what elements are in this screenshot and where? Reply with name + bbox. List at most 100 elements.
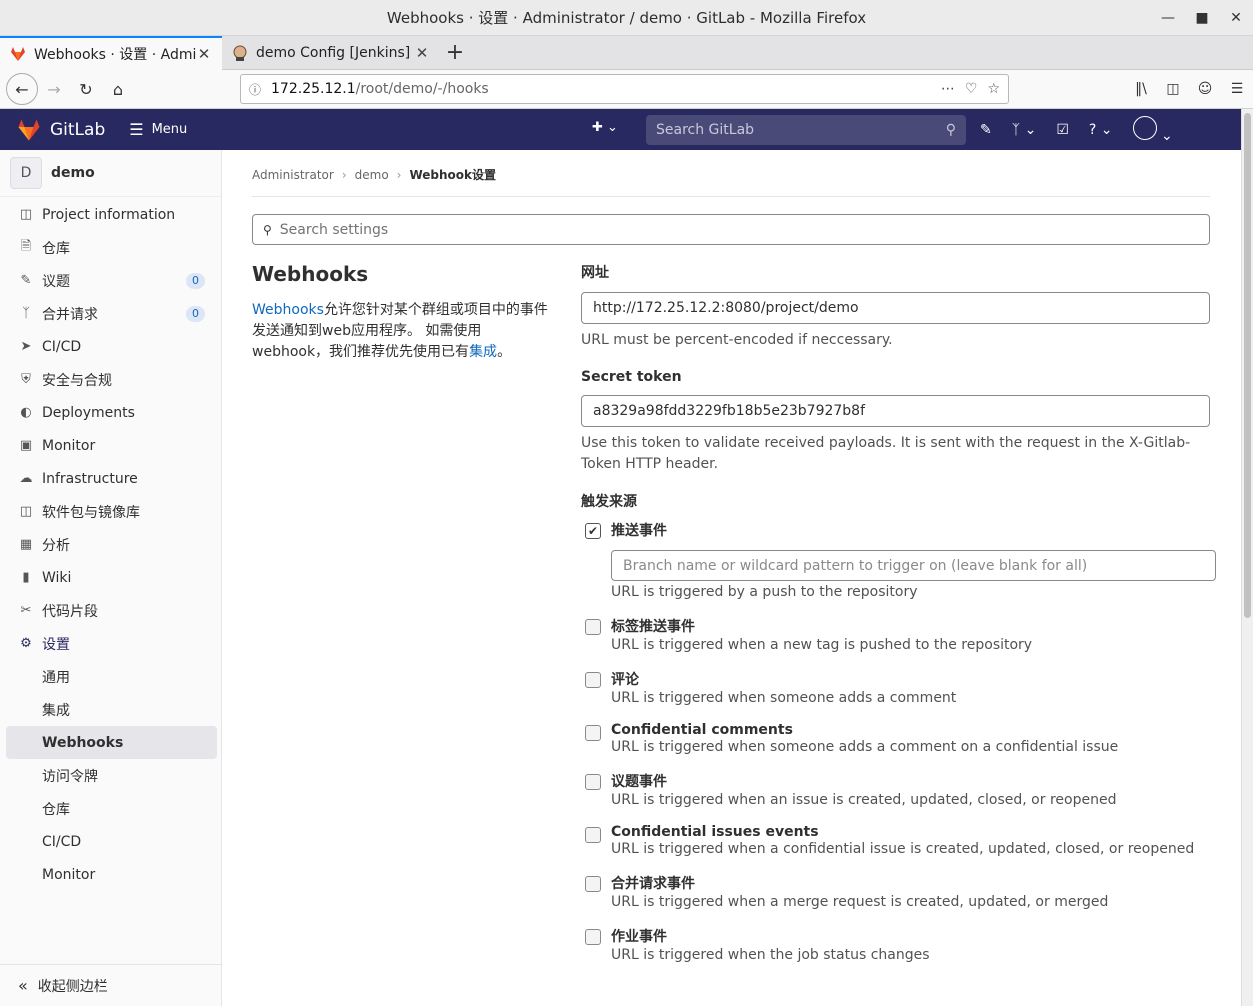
webhook-form: 网址 http://172.25.12.2:8080/project/demo … <box>581 262 1216 963</box>
merge-request-icon: ᛉ <box>22 306 30 321</box>
collapse-sidebar-button[interactable]: « 收起侧边栏 <box>0 964 221 1006</box>
deployments-icon: ◐ <box>20 405 32 420</box>
sidebar-item-label: 软件包与镜像库 <box>42 504 140 521</box>
library-icon[interactable]: ‖\ <box>1125 81 1157 97</box>
sidebar-subitem-monitor[interactable]: Monitor <box>0 858 221 891</box>
info-icon[interactable]: ⓘ <box>249 81 261 98</box>
reload-icon[interactable]: ↻ <box>70 73 102 105</box>
scissors-icon: ✂ <box>20 603 32 618</box>
minimize-icon[interactable]: — <box>1151 10 1185 26</box>
new-tab-icon[interactable]: + <box>440 36 470 69</box>
new-dropdown-button[interactable]: ✚ ⌄ <box>592 120 618 135</box>
help-icon[interactable]: ? ⌄ <box>1089 122 1113 138</box>
trigger-title: 作业事件 <box>611 929 667 945</box>
sidebar-subitem-general[interactable]: 通用 <box>0 660 221 693</box>
home-icon[interactable]: ⌂ <box>102 73 134 105</box>
user-menu[interactable]: ⌄ <box>1132 115 1173 144</box>
sidebar-item-monitor[interactable]: ▣ Monitor <box>0 429 221 462</box>
push-events-checkbox[interactable]: ✔ <box>585 523 601 539</box>
breadcrumb-demo[interactable]: demo <box>355 168 389 182</box>
trigger-title: 合并请求事件 <box>611 876 695 892</box>
tag-push-checkbox[interactable] <box>585 619 601 635</box>
sidebar-item-packages[interactable]: ◫ 软件包与镜像库 <box>0 495 221 528</box>
sidebar-item-label: 仓库 <box>42 240 70 257</box>
hamburger-menu-icon[interactable]: ☰ <box>1221 81 1253 97</box>
sidebar-subitem-integrations[interactable]: 集成 <box>0 693 221 726</box>
page-scrollbar[interactable] <box>1241 109 1253 1006</box>
job-events-checkbox[interactable] <box>585 929 601 945</box>
confidential-comments-checkbox[interactable] <box>585 725 601 741</box>
branch-filter-input[interactable]: Branch name or wildcard pattern to trigg… <box>611 550 1216 581</box>
merge-request-events-checkbox[interactable] <box>585 876 601 892</box>
tab-jenkins[interactable]: demo Config [Jenkins] ✕ <box>222 36 440 70</box>
project-name: demo <box>51 165 95 181</box>
mr-count-badge: 0 <box>186 305 205 322</box>
trigger-help: URL is triggered when an issue is create… <box>611 792 1117 808</box>
comments-checkbox[interactable] <box>585 672 601 688</box>
sidebar-item-merge-requests[interactable]: ᛉ 合并请求 0 <box>0 297 221 330</box>
url-field[interactable]: http://172.25.12.2:8080/project/demo <box>581 292 1210 324</box>
issues-events-checkbox[interactable] <box>585 774 601 790</box>
more-icon[interactable]: ⋯ <box>941 81 955 97</box>
rocket-icon: ➤ <box>20 339 32 354</box>
url-path: /root/demo/-/hooks <box>355 81 489 97</box>
sidebar-subitem-cicd[interactable]: CI/CD <box>0 825 221 858</box>
breadcrumb-current[interactable]: Webhook设置 <box>409 166 496 183</box>
trigger-confidential-comments: Confidential comments URL is triggered w… <box>581 722 1210 755</box>
close-window-icon[interactable]: ✕ <box>1219 10 1253 26</box>
confidential-issues-checkbox[interactable] <box>585 827 601 843</box>
todos-icon[interactable]: ☑ <box>1056 122 1069 138</box>
shield-icon: ⛨ <box>21 372 31 387</box>
url-bar[interactable]: ⓘ 172.25.12.1/root/demo/-/hooks ⋯ ♡ ☆ <box>240 74 1009 104</box>
sidebar-item-repository[interactable]: 🗎 仓库 <box>0 231 221 264</box>
gitlab-search-input[interactable]: Search GitLab ⚲ <box>646 115 966 145</box>
pocket-icon[interactable]: ♡ <box>965 81 978 97</box>
sidebar-item-snippets[interactable]: ✂ 代码片段 <box>0 594 221 627</box>
forward-icon[interactable]: → <box>38 73 70 105</box>
trigger-help: URL is triggered when someone adds a com… <box>611 739 1119 755</box>
account-icon[interactable]: ☺ <box>1189 81 1221 97</box>
sidebar-item-label: 代码片段 <box>42 603 98 620</box>
breadcrumb-administrator[interactable]: Administrator <box>252 168 334 182</box>
divider <box>252 196 1210 197</box>
back-icon[interactable]: ← <box>6 73 38 105</box>
chevron-right-icon: › <box>396 167 402 182</box>
bookmark-star-icon[interactable]: ☆ <box>987 81 1000 97</box>
sidebar-subitem-access-tokens[interactable]: 访问令牌 <box>0 759 221 792</box>
webhooks-docs-link[interactable]: Webhooks <box>252 302 324 318</box>
close-tab-icon[interactable]: ✕ <box>414 44 430 62</box>
sidebar-item-label: 分析 <box>42 537 70 554</box>
sidebar-item-wiki[interactable]: ▮ Wiki <box>0 561 221 594</box>
close-tab-icon[interactable]: ✕ <box>196 45 212 63</box>
sidebar-item-label: 设置 <box>42 636 70 653</box>
sidebar-subitem-repository[interactable]: 仓库 <box>0 792 221 825</box>
sidebar-item-issues[interactable]: ✎ 议题 0 <box>0 264 221 297</box>
book-icon: ▮ <box>22 570 30 585</box>
main-menu-button[interactable]: ☰ Menu <box>129 120 187 139</box>
sidebar-item-analytics[interactable]: ▦ 分析 <box>0 528 221 561</box>
gear-icon: ⚙ <box>20 636 32 651</box>
secret-token-field[interactable]: a8329a98fdd3229fb18b5e23b7927b8f <box>581 395 1210 427</box>
sidebar-item-project-information[interactable]: ◫ Project information <box>0 198 221 231</box>
maximize-icon[interactable]: ■ <box>1185 10 1219 26</box>
issues-shortcut-icon[interactable]: ✎ <box>980 122 992 138</box>
scrollbar-thumb[interactable] <box>1244 113 1251 618</box>
trigger-help: URL is triggered when a confidential iss… <box>611 841 1195 857</box>
sidebar-item-security[interactable]: ⛨ 安全与合规 <box>0 363 221 396</box>
merge-requests-shortcut-icon[interactable]: ᛉ ⌄ <box>1012 122 1037 138</box>
integrations-link[interactable]: 集成 <box>469 344 497 360</box>
trigger-title: 议题事件 <box>611 774 667 790</box>
sidebar-item-cicd[interactable]: ➤ CI/CD <box>0 330 221 363</box>
page-title: Webhooks <box>252 262 369 286</box>
chart-icon: ▦ <box>19 537 33 552</box>
sidebar-subitem-webhooks[interactable]: Webhooks <box>6 726 217 759</box>
gitlab-logo[interactable]: GitLab <box>16 118 105 142</box>
sidebar-project-header[interactable]: D demo <box>0 150 221 197</box>
sidebar-item-infrastructure[interactable]: ☁ Infrastructure <box>0 462 221 495</box>
sidebar-item-label: 议题 <box>42 273 70 290</box>
sidebar-item-settings[interactable]: ⚙ 设置 <box>0 627 221 660</box>
search-settings-input[interactable]: ⚲ Search settings <box>252 214 1210 245</box>
tab-webhooks[interactable]: Webhooks · 设置 · Admini ✕ <box>0 36 222 70</box>
sidebar-item-deployments[interactable]: ◐ Deployments <box>0 396 221 429</box>
sidebar-toggle-icon[interactable]: ◫ <box>1157 81 1189 97</box>
